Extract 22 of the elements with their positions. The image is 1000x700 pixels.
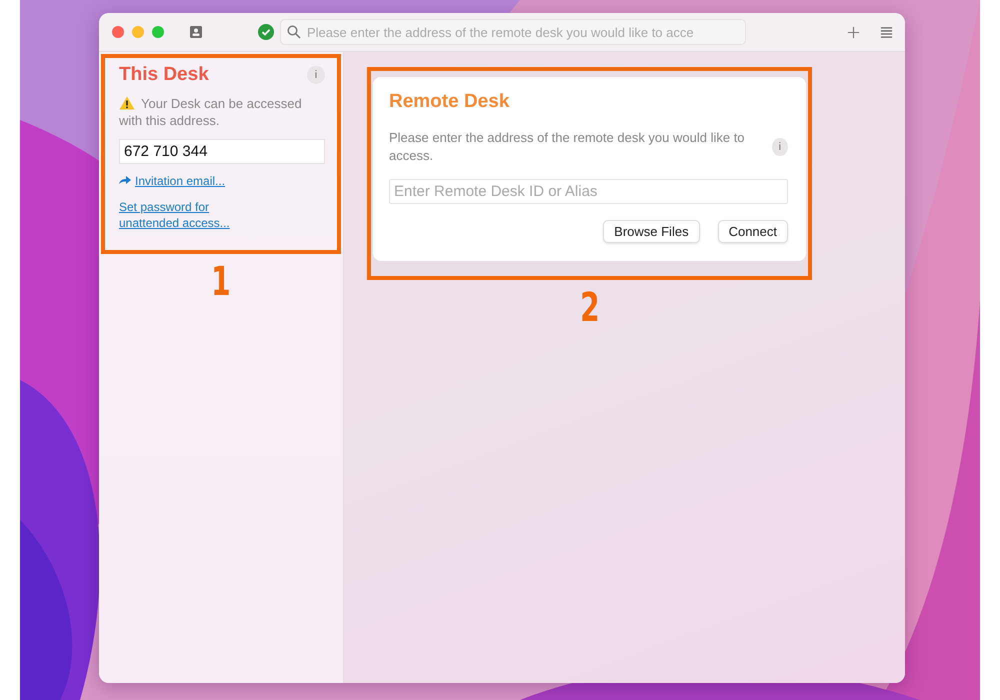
warning-icon <box>119 96 135 110</box>
callout-number: 2 <box>580 286 600 330</box>
link[interactable]: Set password for unattended access... <box>119 198 249 232</box>
search-icon <box>287 25 301 39</box>
notice-text: Your Desk can be accessed with this address. <box>119 95 303 129</box>
plus-icon[interactable] <box>847 26 860 38</box>
link[interactable]: Invitation email... <box>135 172 226 190</box>
action-button[interactable]: Connect <box>718 220 788 243</box>
menu-icon[interactable] <box>880 26 893 38</box>
close-button[interactable] <box>112 26 124 38</box>
info-button[interactable]: i <box>772 138 788 156</box>
section-title: Remote Desk <box>389 91 510 113</box>
callout-number: 1 <box>211 260 231 304</box>
search-field[interactable]: Please enter the address of the remote desk you would like to acce <box>280 19 746 45</box>
share-arrow-icon <box>119 176 131 184</box>
section-title: This Desk <box>119 64 209 86</box>
description-text: Please enter the address of the remote desk you would like to access. <box>389 129 746 165</box>
info-button[interactable]: i <box>307 66 325 84</box>
action-button[interactable]: Browse Files <box>603 220 700 243</box>
contact-card-icon[interactable] <box>190 26 202 38</box>
address-field[interactable]: 672 710 344 <box>119 139 325 164</box>
remote-id-field[interactable]: Enter Remote Desk ID or Alias <box>389 179 788 204</box>
